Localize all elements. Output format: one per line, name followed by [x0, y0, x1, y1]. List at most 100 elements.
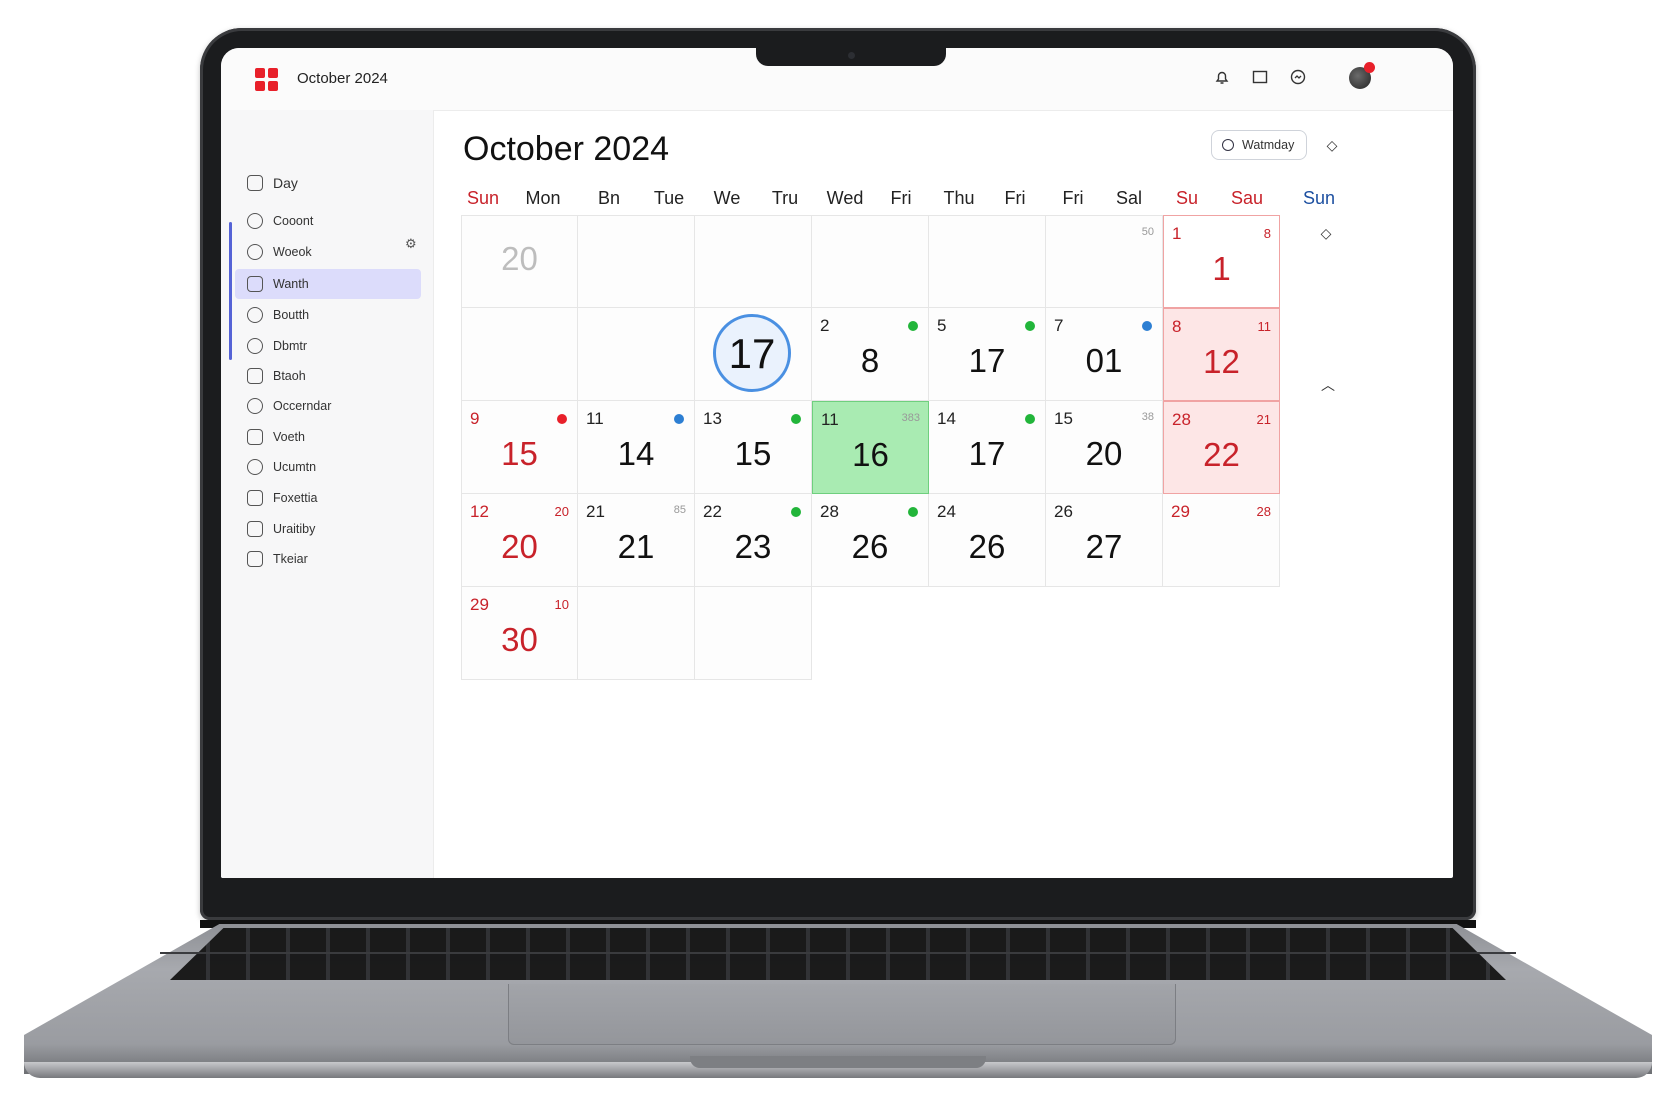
- sidebar-item[interactable]: Wanth: [235, 269, 421, 299]
- calendar-icon[interactable]: [1249, 68, 1271, 90]
- sidebar-item[interactable]: Cooont: [235, 206, 421, 236]
- day-cell[interactable]: 1 1 8: [1163, 215, 1280, 308]
- calendar-icon: [247, 368, 263, 384]
- day-cell[interactable]: [695, 587, 812, 680]
- event-dot-icon: [1142, 321, 1152, 331]
- day-cell[interactable]: 8 12 11: [1163, 308, 1280, 401]
- weekday-label: Su: [1175, 188, 1199, 208]
- day-cell[interactable]: 15 20 38: [1046, 401, 1163, 494]
- sidebar-item-label: Day: [273, 175, 298, 191]
- event-dot-icon: [791, 507, 801, 517]
- sidebar-item[interactable]: Boutth: [235, 300, 421, 330]
- day-cell[interactable]: 12 20 20: [461, 494, 578, 587]
- event-count-badge: 85: [673, 504, 686, 516]
- day-number-small: 5: [937, 316, 947, 335]
- day-cell[interactable]: 50: [1046, 215, 1163, 308]
- day-cell[interactable]: [695, 215, 812, 308]
- day-cell[interactable]: 28: [812, 308, 929, 401]
- weekday-label: Sal: [1115, 188, 1142, 208]
- day-cell[interactable]: 22 23: [695, 494, 812, 587]
- day-cell[interactable]: 26 27: [1046, 494, 1163, 587]
- sidebar-item-label: Voeth: [273, 430, 305, 444]
- day-cell[interactable]: [578, 587, 695, 680]
- day-number: 26: [851, 528, 889, 565]
- sidebar-item-label: Boutth: [273, 308, 310, 322]
- screen: October 2024 ⚙ Day Cooont Woeok Wanth Boutth…: [221, 48, 1453, 878]
- day-number: 20: [501, 528, 538, 565]
- weekday-label: Tru: [771, 188, 799, 208]
- weekday-label: Bn: [597, 188, 621, 208]
- sidebar-item[interactable]: Day: [235, 168, 421, 198]
- sidebar-item[interactable]: Ucumtn: [235, 452, 421, 482]
- day-cell[interactable]: 7 01: [1046, 308, 1163, 401]
- sidebar-item-label: Ucumtn: [273, 460, 317, 474]
- day-number: 30: [501, 621, 538, 658]
- today-marker[interactable]: 17: [713, 314, 791, 392]
- sidebar-item-label: Wanth: [273, 277, 309, 291]
- event-count-badge: 10: [554, 597, 569, 612]
- day-cell[interactable]: 28 26: [812, 494, 929, 587]
- day-cell[interactable]: [812, 215, 929, 308]
- event-count-badge: 383: [901, 412, 920, 424]
- day-number: 8: [860, 342, 880, 379]
- day-cell[interactable]: 28 22 21: [1163, 401, 1280, 494]
- app-logo-icon[interactable]: [255, 68, 279, 92]
- weekday-label: Sau: [1230, 188, 1264, 208]
- day-cell[interactable]: 11 14: [578, 401, 695, 494]
- day-cell[interactable]: 17: [695, 308, 812, 401]
- sidebar-item[interactable]: Btaoh: [235, 361, 421, 391]
- day-number-small: 15: [1054, 409, 1073, 428]
- view-switch-button[interactable]: Watmday: [1211, 130, 1307, 160]
- day-cell[interactable]: [578, 215, 695, 308]
- sidebar: ⚙ Day Cooont Woeok Wanth Boutth Dbmtr Btaoh Occ…: [221, 110, 434, 878]
- sidebar-item[interactable]: Tkeiar: [235, 544, 421, 574]
- day-cell[interactable]: 29 30 10: [461, 587, 578, 680]
- day-cell[interactable]: 20: [461, 215, 578, 308]
- day-cell[interactable]: 13 15: [695, 401, 812, 494]
- sidebar-item-label: Btaoh: [273, 369, 306, 383]
- event-dot-icon: [908, 321, 918, 331]
- day-cell[interactable]: 5 17: [929, 308, 1046, 401]
- sidebar-item[interactable]: Uraitiby: [235, 514, 421, 544]
- circle-icon: [247, 338, 263, 354]
- day-number: 17: [968, 435, 1006, 472]
- day-cell[interactable]: 24 26: [929, 494, 1046, 587]
- event-count-badge: 11: [1257, 319, 1272, 334]
- day-cell[interactable]: 11 16 383: [812, 401, 929, 494]
- day-cell[interactable]: 29 28: [1163, 494, 1280, 587]
- notification-badge: [1364, 62, 1375, 73]
- day-number: 20: [1085, 435, 1123, 472]
- day-number: 16: [852, 436, 889, 473]
- sidebar-item[interactable]: Voeth: [235, 422, 421, 452]
- sidebar-item-label: Tkeiar: [273, 552, 308, 566]
- day-number-small: 21: [586, 502, 605, 521]
- sync-icon[interactable]: [1287, 68, 1309, 90]
- circle-icon: [247, 459, 263, 475]
- day-number-small: 28: [1172, 410, 1191, 429]
- sidebar-item[interactable]: Dbmtr: [235, 331, 421, 361]
- day-cell[interactable]: 9 15: [461, 401, 578, 494]
- bell-icon[interactable]: [1211, 68, 1233, 90]
- keyboard-row: [160, 952, 1516, 954]
- event-dot-icon: [1025, 321, 1035, 331]
- calendar-icon: [247, 429, 263, 445]
- clock-icon: [247, 213, 263, 229]
- event-count-badge: 28: [1256, 504, 1271, 519]
- event-dot-icon: [674, 414, 684, 424]
- day-cell[interactable]: 14 17: [929, 401, 1046, 494]
- diamond-icon[interactable]: ◇: [1325, 138, 1339, 152]
- calendar-icon: [247, 521, 263, 537]
- day-cell[interactable]: [461, 308, 578, 401]
- sidebar-item[interactable]: Occerndar: [235, 391, 421, 421]
- day-cell[interactable]: [929, 215, 1046, 308]
- diamond-icon[interactable]: ◇: [1319, 226, 1333, 240]
- day-cell[interactable]: [578, 308, 695, 401]
- event-dot-icon: [791, 414, 801, 424]
- calendar-icon: [247, 276, 263, 292]
- event-count-badge: 50: [1141, 226, 1154, 238]
- sidebar-item[interactable]: Foxettia: [235, 483, 421, 513]
- event-count-badge: 38: [1141, 411, 1154, 423]
- day-cell[interactable]: 21 21 85: [578, 494, 695, 587]
- chevron-up-icon[interactable]: ︿: [1321, 378, 1335, 392]
- sidebar-item[interactable]: Woeok: [235, 237, 421, 267]
